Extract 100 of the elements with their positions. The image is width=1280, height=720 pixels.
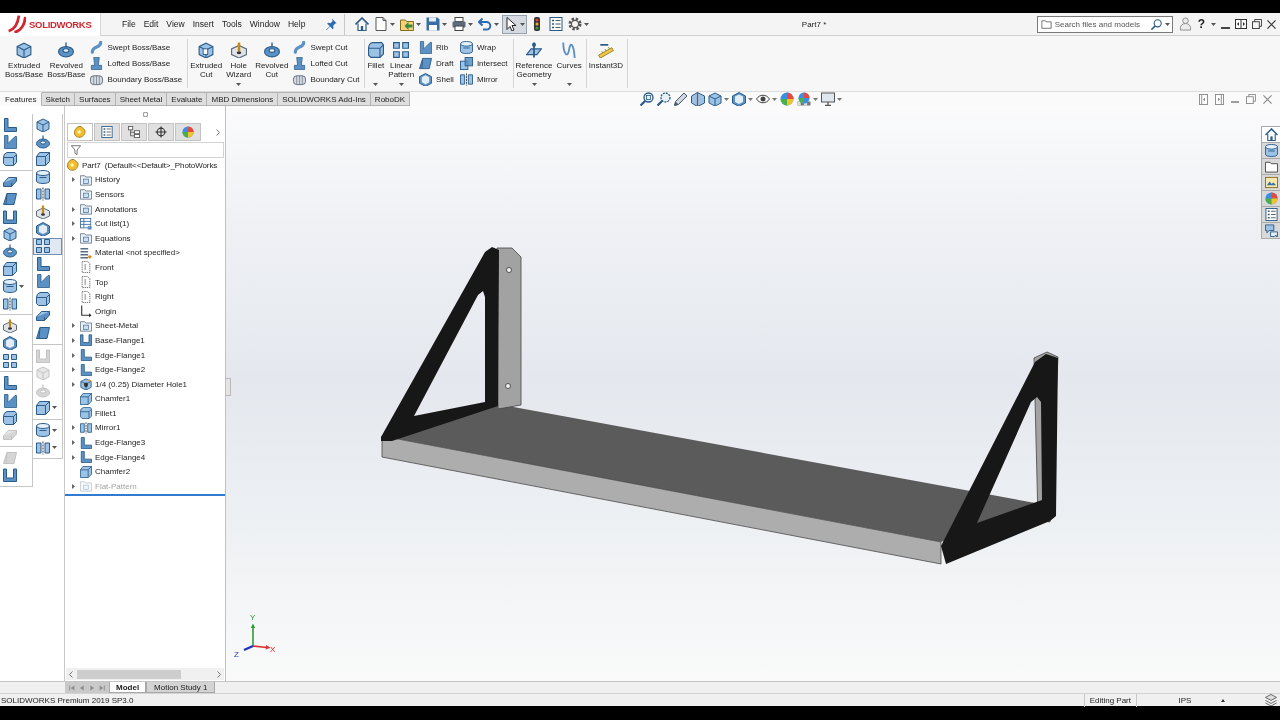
expand-arrow-icon[interactable] xyxy=(71,235,75,241)
tree-item[interactable]: Sheet-Metal xyxy=(80,319,140,332)
expand-arrow-icon[interactable] xyxy=(71,206,75,212)
expand-arrow-icon[interactable] xyxy=(71,352,75,358)
tree-item[interactable]: Chamfer1 xyxy=(80,392,132,405)
tree-item[interactable]: Cut list(1) xyxy=(80,217,131,230)
expand-arrow-icon[interactable] xyxy=(71,454,75,460)
command-tab[interactable]: SOLIDWORKS Add-Ins xyxy=(278,92,371,106)
expand-arrow-icon[interactable] xyxy=(71,323,75,329)
command-tab[interactable]: RoboDK xyxy=(370,92,411,106)
rollback-bar[interactable] xyxy=(65,493,225,496)
tree-item[interactable]: Sensors xyxy=(80,188,126,201)
ribbon-button[interactable]: Lofted Cut xyxy=(292,55,361,72)
panel-right-icon[interactable] xyxy=(1215,93,1224,105)
command-tab[interactable]: Sketch xyxy=(41,92,76,106)
task-pane-tab[interactable] xyxy=(1262,175,1280,191)
tree-item[interactable]: Fillet1 xyxy=(80,407,118,420)
chevron-right-icon[interactable] xyxy=(216,128,220,136)
search-box[interactable]: Search files and models xyxy=(1036,15,1173,33)
toolbar-button[interactable] xyxy=(821,92,842,106)
menu-item[interactable]: Help xyxy=(284,17,310,31)
ribbon-button[interactable]: Draft xyxy=(418,55,455,72)
ribbon-button[interactable]: Wrap xyxy=(458,40,509,56)
ribbon-button[interactable]: Instant3D xyxy=(587,39,625,88)
toolbar-button[interactable] xyxy=(657,92,671,106)
toolbar-button[interactable] xyxy=(691,92,705,106)
ribbon-button[interactable]: Boundary Boss/Base xyxy=(89,71,184,87)
expand-arrow-icon[interactable] xyxy=(71,425,75,431)
toolbar-button[interactable] xyxy=(372,14,398,34)
menu-item[interactable]: Insert xyxy=(188,17,218,31)
scrollbar-thumb[interactable] xyxy=(77,669,181,679)
expand-arrow-icon[interactable] xyxy=(71,381,75,387)
tree-item[interactable]: Edge-Flange3 xyxy=(80,436,147,449)
folder-icon[interactable] xyxy=(1040,19,1052,29)
stack-icon[interactable] xyxy=(1265,694,1277,706)
help-button[interactable]: ? xyxy=(1196,17,1206,31)
ribbon-button[interactable]: Revolved Boss/Base xyxy=(46,39,87,88)
tree-item[interactable]: Edge-Flange1 xyxy=(80,349,147,361)
ribbon-button[interactable]: Swept Cut xyxy=(292,40,361,56)
menu-item[interactable]: Edit xyxy=(139,17,163,31)
units-button[interactable]: IPS xyxy=(1155,695,1215,705)
expand-arrow-icon[interactable] xyxy=(71,221,75,227)
tree-item[interactable]: Top xyxy=(80,276,109,289)
ribbon-button[interactable]: Hole Wizard xyxy=(225,39,253,88)
close-icon[interactable] xyxy=(1267,19,1276,29)
tree-item[interactable]: Mirror1 xyxy=(80,422,122,434)
task-pane-tab[interactable] xyxy=(1262,127,1280,143)
command-tab[interactable]: Surfaces xyxy=(75,92,116,106)
user-icon[interactable] xyxy=(1178,17,1192,31)
search-icon[interactable] xyxy=(1150,18,1162,30)
tree-item[interactable]: Edge-Flange4 xyxy=(80,451,147,464)
task-pane-tab[interactable] xyxy=(1262,207,1280,223)
chevron-left-icon[interactable] xyxy=(69,670,73,678)
ribbon-button[interactable]: Extruded Boss/Base xyxy=(4,39,45,88)
tree-item[interactable]: Part7 (Default<<Default>_PhotoWorks xyxy=(67,159,219,172)
pin-icon[interactable] xyxy=(325,18,338,30)
ribbon-button[interactable]: Reference Geometry xyxy=(514,39,554,88)
panel-tab[interactable] xyxy=(121,123,147,141)
chevron-right-icon[interactable] xyxy=(217,670,221,678)
tree-item[interactable]: Chamfer2 xyxy=(80,465,132,478)
ribbon-button[interactable]: Lofted Boss/Base xyxy=(89,55,184,72)
toolbar-button[interactable] xyxy=(547,14,566,34)
tree-item[interactable]: Front xyxy=(80,261,115,274)
ribbon-button[interactable]: Extruded Cut xyxy=(189,39,224,88)
ribbon-button[interactable]: Intersect xyxy=(458,55,509,72)
tree-item[interactable]: Origin xyxy=(80,305,118,318)
toolbar-button[interactable] xyxy=(450,14,476,34)
menu-item[interactable]: View xyxy=(162,17,189,31)
expand-arrow-icon[interactable] xyxy=(71,337,75,343)
ribbon-button[interactable]: Curves xyxy=(555,39,583,88)
task-pane-tab[interactable] xyxy=(1262,223,1280,239)
ribbon-button[interactable]: Rib xyxy=(418,40,455,56)
ribbon-button[interactable]: Revolved Cut xyxy=(254,39,290,88)
expand-arrow-icon[interactable] xyxy=(71,367,75,373)
search-field[interactable]: Search files and models xyxy=(1054,18,1148,30)
tree-item[interactable]: Right xyxy=(80,290,115,303)
toolbar-button[interactable] xyxy=(353,14,372,34)
menu-item[interactable]: Tools xyxy=(217,17,246,31)
horizontal-scrollbar[interactable] xyxy=(66,668,224,680)
command-tab[interactable]: Evaluate xyxy=(167,92,208,106)
ribbon-button[interactable]: Mirror xyxy=(458,71,509,87)
tree-item[interactable]: Edge-Flange2 xyxy=(80,363,147,376)
toolbar-button[interactable] xyxy=(502,14,528,34)
ribbon-button[interactable]: Shell xyxy=(418,71,455,87)
tree-item[interactable]: Annotations xyxy=(80,203,139,216)
ribbon-button[interactable]: Fillet xyxy=(366,39,386,88)
panel-left-icon[interactable] xyxy=(1199,93,1208,105)
expand-arrow-icon[interactable] xyxy=(71,177,75,183)
task-pane-tab[interactable] xyxy=(1262,143,1280,159)
caret-up-icon[interactable] xyxy=(1221,698,1225,702)
tree-item[interactable]: Base-Flange1 xyxy=(80,334,146,347)
toolbar-button[interactable] xyxy=(756,92,777,106)
tree-item[interactable]: 1/4 (0.25) Diameter Hole1 xyxy=(80,378,189,391)
menu-item[interactable]: Window xyxy=(245,17,284,31)
panel-tab[interactable] xyxy=(148,123,174,141)
command-tab[interactable]: MBD Dimensions xyxy=(207,92,279,106)
task-pane-tab[interactable] xyxy=(1262,159,1280,175)
tree-item[interactable]: History xyxy=(80,173,121,186)
panel-tab[interactable] xyxy=(94,123,120,141)
expand-arrow-icon[interactable] xyxy=(71,440,75,446)
